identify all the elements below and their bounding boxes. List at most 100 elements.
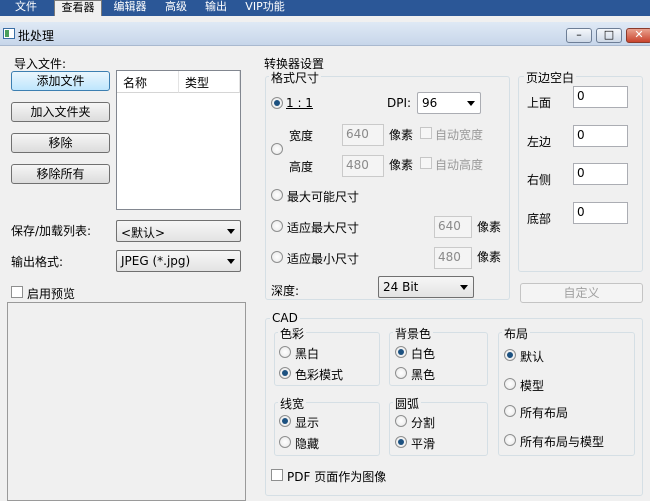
margin-left-input[interactable]: 0 (573, 125, 628, 147)
fit-min-label: 适应最小尺寸 (287, 252, 360, 266)
height-input[interactable]: 480 (342, 155, 384, 177)
color-title: 色彩 (278, 325, 307, 342)
enable-preview-checkbox[interactable] (11, 286, 23, 298)
window-titlebar: 批处理 – □ ✕ (0, 22, 650, 46)
menu-vip[interactable]: VIP功能 (238, 0, 292, 16)
auto-width-checkbox[interactable] (420, 127, 432, 139)
fit-min-radio[interactable] (271, 251, 283, 263)
line-hide-label: 隐藏 (295, 437, 320, 451)
output-format-select[interactable]: JPEG (*.jpg) (116, 250, 241, 272)
import-files-label: 导入文件: (14, 57, 67, 71)
bg-black-radio[interactable] (395, 367, 407, 379)
color-mode-label: 色彩模式 (295, 368, 344, 382)
fit-max-label: 适应最大尺寸 (287, 221, 360, 235)
bw-label: 黑白 (295, 347, 320, 361)
menu-editor[interactable]: 编辑器 (106, 0, 154, 16)
bg-white-label: 白色 (411, 347, 436, 361)
line-show-label: 显示 (295, 416, 320, 430)
layout-default-label: 默认 (520, 350, 545, 364)
preview-area (7, 302, 246, 501)
layout-default-radio[interactable] (504, 349, 516, 361)
add-files-button[interactable]: 添加文件 (11, 71, 110, 91)
file-list[interactable]: 名称 类型 (116, 70, 241, 210)
minimize-icon: – (576, 28, 582, 41)
output-format-label: 输出格式: (11, 255, 64, 269)
max-possible-label: 最大可能尺寸 (287, 190, 360, 204)
fit-max-input[interactable]: 640 (434, 216, 472, 238)
arc-split-radio[interactable] (395, 415, 407, 427)
color-mode-radio[interactable] (279, 367, 291, 379)
cad-title: CAD (270, 311, 300, 325)
layout-title: 布局 (502, 325, 531, 342)
arc-title: 圆弧 (393, 395, 422, 412)
bg-black-label: 黑色 (411, 368, 436, 382)
line-show-radio[interactable] (279, 415, 291, 427)
remove-button[interactable]: 移除 (11, 133, 110, 153)
add-folder-button[interactable]: 加入文件夹 (11, 102, 110, 122)
line-hide-radio[interactable] (279, 436, 291, 448)
fit-min-input[interactable]: 480 (434, 247, 472, 269)
margins-title: 页边空白 (524, 69, 577, 86)
layout-model-label: 模型 (520, 379, 545, 393)
menu-output[interactable]: 输出 (198, 0, 234, 16)
dpi-select[interactable]: 96 (417, 92, 481, 114)
width-input[interactable]: 640 (342, 124, 384, 146)
width-unit-label: 像素 (389, 128, 414, 142)
chevron-down-icon (227, 229, 235, 234)
pdf-as-image-checkbox[interactable] (271, 469, 283, 481)
layout-model-radio[interactable] (504, 378, 516, 390)
custom-button[interactable]: 自定义 (520, 283, 643, 303)
arc-split-label: 分割 (411, 416, 436, 430)
column-name[interactable]: 名称 (117, 71, 179, 93)
one-to-one-label: 1 : 1 (286, 96, 313, 110)
margin-bottom-input[interactable]: 0 (573, 202, 628, 224)
arc-smooth-radio[interactable] (395, 436, 407, 448)
fit-min-unit-label: 像素 (477, 250, 502, 264)
layout-all-model-radio[interactable] (504, 434, 516, 446)
window-title: 批处理 (18, 29, 55, 43)
max-possible-radio[interactable] (271, 189, 283, 201)
layout-all-label: 所有布局 (520, 406, 569, 420)
dpi-label: DPI: (387, 96, 412, 110)
dpi-value: 96 (422, 96, 438, 110)
layout-all-model-label: 所有布局与模型 (520, 435, 605, 449)
menu-viewer[interactable]: 查看器 (54, 0, 102, 16)
auto-width-label: 自动宽度 (435, 128, 484, 142)
output-format-value: JPEG (*.jpg) (121, 254, 191, 268)
minimize-button[interactable]: – (566, 28, 592, 43)
depth-value: 24 Bit (383, 280, 419, 294)
background-title: 背景色 (393, 325, 434, 342)
close-button[interactable]: ✕ (626, 28, 650, 43)
margin-top-input[interactable]: 0 (573, 86, 628, 108)
arc-smooth-label: 平滑 (411, 437, 436, 451)
menu-advanced[interactable]: 高级 (156, 0, 196, 16)
width-label: 宽度 (289, 129, 314, 143)
margin-right-input[interactable]: 0 (573, 163, 628, 185)
margin-bottom-label: 底部 (527, 212, 552, 226)
close-icon: ✕ (634, 28, 644, 41)
enable-preview-label: 启用预览 (27, 287, 76, 301)
depth-select[interactable]: 24 Bit (378, 276, 474, 298)
bw-radio[interactable] (279, 346, 291, 358)
fit-max-unit-label: 像素 (477, 220, 502, 234)
one-to-one-radio[interactable] (271, 97, 283, 109)
auto-height-checkbox[interactable] (420, 157, 432, 169)
chevron-down-icon (227, 259, 235, 264)
column-type[interactable]: 类型 (179, 71, 240, 93)
bg-white-radio[interactable] (395, 346, 407, 358)
custom-size-radio[interactable] (271, 143, 283, 155)
chevron-down-icon (460, 285, 468, 290)
menu-file[interactable]: 文件 (0, 0, 52, 16)
format-size-title: 格式尺寸 (269, 69, 322, 86)
chevron-down-icon (467, 101, 475, 106)
save-load-label: 保存/加载列表: (11, 224, 92, 238)
margin-left-label: 左边 (527, 135, 552, 149)
maximize-button[interactable]: □ (596, 28, 622, 43)
maximize-icon: □ (603, 28, 615, 41)
save-load-select[interactable]: <默认> (116, 220, 241, 242)
pdf-as-image-label: PDF 页面作为图像 (287, 470, 387, 484)
fit-max-radio[interactable] (271, 220, 283, 232)
remove-all-button[interactable]: 移除所有 (11, 164, 110, 184)
auto-height-label: 自动高度 (435, 158, 484, 172)
layout-all-radio[interactable] (504, 405, 516, 417)
